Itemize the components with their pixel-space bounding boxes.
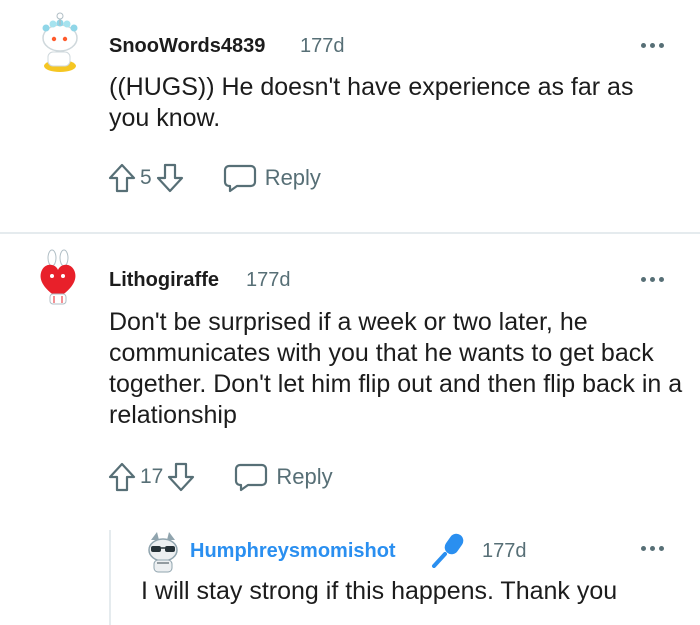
- more-options-icon[interactable]: [640, 545, 666, 553]
- upvote-icon[interactable]: [105, 161, 139, 195]
- comment-actions: 5 Reply: [105, 158, 321, 198]
- user-avatar[interactable]: [32, 248, 92, 308]
- reply-comment: Humphreysmomishot 177d I will stay stron…: [0, 530, 700, 625]
- timestamp: 177d: [482, 540, 527, 562]
- reply-button[interactable]: Reply: [223, 163, 321, 193]
- timestamp: 177d: [246, 269, 291, 291]
- comment-body: I will stay strong if this happens. Than…: [141, 577, 618, 605]
- username[interactable]: Lithogiraffe: [109, 269, 219, 292]
- comment-body: ((HUGS)) He doesn't have experience as f…: [109, 73, 634, 132]
- more-options-icon[interactable]: [640, 276, 666, 284]
- vote-score: 5: [140, 166, 152, 189]
- reply-label: Reply: [264, 165, 321, 190]
- reply-label: Reply: [276, 464, 333, 489]
- downvote-icon[interactable]: [164, 460, 198, 494]
- comment-bubble-icon: [235, 463, 268, 492]
- username[interactable]: SnooWords4839: [109, 35, 265, 58]
- comment: SnooWords4839 177d ((HUGS)) He doesn't h…: [0, 0, 700, 232]
- vote-score: 17: [140, 465, 164, 488]
- microphone-icon: [430, 532, 470, 568]
- user-avatar[interactable]: [32, 12, 92, 72]
- snoo-avatar-icon: [40, 249, 76, 305]
- upvote-icon[interactable]: [105, 460, 139, 494]
- downvote-icon[interactable]: [153, 161, 187, 195]
- snoo-avatar-icon: [148, 532, 178, 573]
- comment-body: Don't be surprised if a week or two late…: [109, 308, 683, 429]
- comment-bubble-icon: [223, 164, 256, 193]
- more-options-icon[interactable]: [640, 42, 666, 50]
- timestamp: 177d: [300, 35, 345, 57]
- comment-actions: 17 Reply: [105, 457, 333, 497]
- reply-button[interactable]: Reply: [234, 462, 333, 492]
- comment: Lithogiraffe 177d Don't be surprised if …: [0, 234, 700, 534]
- user-avatar[interactable]: [143, 530, 183, 574]
- username[interactable]: Humphreysmomishot: [190, 540, 396, 563]
- snoo-avatar-icon: [42, 12, 78, 72]
